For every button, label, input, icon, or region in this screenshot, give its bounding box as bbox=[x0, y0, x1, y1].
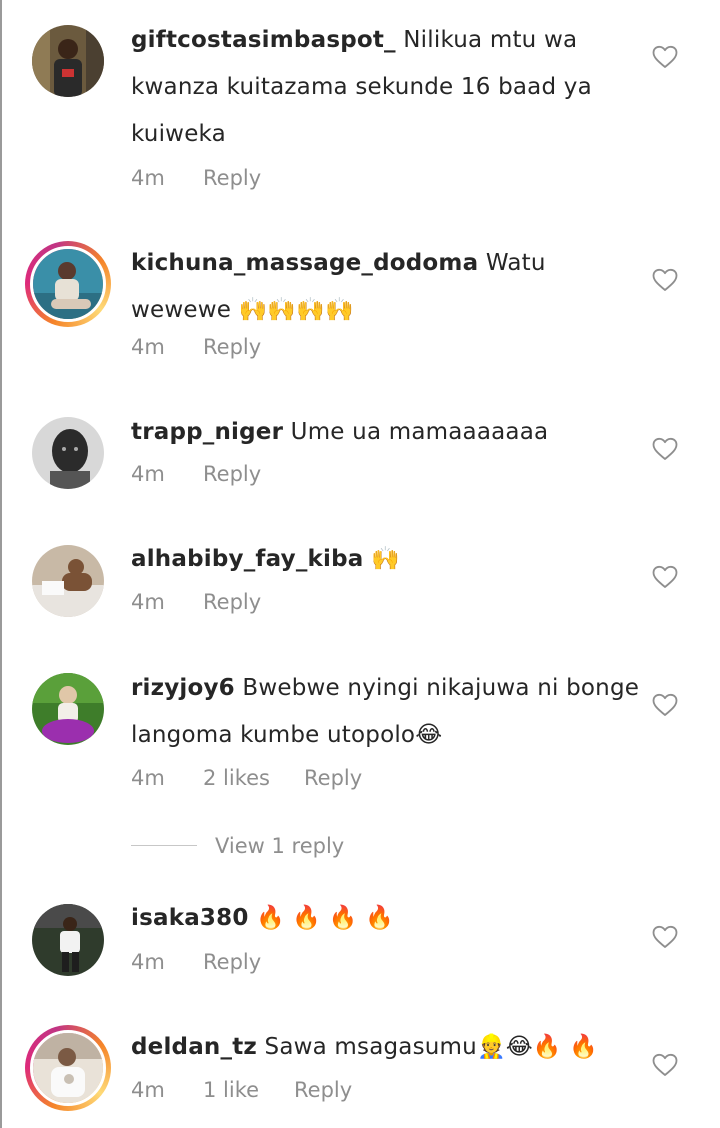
comment-username[interactable]: deldan_tz bbox=[131, 1034, 257, 1060]
avatar[interactable] bbox=[32, 673, 104, 745]
reply-button[interactable]: Reply bbox=[203, 333, 261, 361]
heart-outline-icon[interactable] bbox=[652, 693, 678, 717]
comment-username[interactable]: trapp_niger bbox=[131, 419, 283, 445]
comment-time: 4m bbox=[131, 950, 165, 974]
heart-outline-icon[interactable] bbox=[652, 268, 678, 292]
reply-button[interactable]: Reply bbox=[203, 588, 261, 616]
comment-username[interactable]: isaka380 bbox=[131, 905, 249, 931]
reply-button[interactable]: Reply bbox=[294, 1076, 352, 1104]
comment-time: 4m bbox=[131, 766, 165, 790]
comment-text: 🔥 🔥 🔥 🔥 bbox=[256, 905, 394, 931]
likes-count[interactable]: 1 like bbox=[203, 1076, 259, 1104]
comment-username[interactable]: rizyjoy6 bbox=[131, 675, 235, 701]
heart-outline-icon[interactable] bbox=[652, 45, 678, 69]
avatar[interactable] bbox=[32, 545, 104, 617]
avatar-story-ring[interactable] bbox=[25, 241, 111, 327]
reply-button[interactable]: Reply bbox=[203, 948, 261, 976]
avatar bbox=[30, 246, 106, 322]
comment-username[interactable]: alhabiby_fay_kiba bbox=[131, 546, 363, 572]
heart-outline-icon[interactable] bbox=[652, 1053, 678, 1077]
comment-time: 4m bbox=[131, 590, 165, 614]
likes-count[interactable]: 2 likes bbox=[203, 764, 270, 792]
comment-time: 4m bbox=[131, 335, 165, 359]
reply-button[interactable]: Reply bbox=[203, 460, 261, 488]
reply-button[interactable]: Reply bbox=[203, 164, 261, 192]
heart-outline-icon[interactable] bbox=[652, 565, 678, 589]
comment-username[interactable]: giftcostasimbaspot_ bbox=[131, 27, 396, 53]
avatar[interactable] bbox=[32, 904, 104, 976]
avatar-story-ring[interactable] bbox=[25, 1025, 111, 1111]
avatar[interactable] bbox=[32, 417, 104, 489]
comment-time: 4m bbox=[131, 1078, 165, 1102]
comment-text: Ume ua mamaaaaaaa bbox=[290, 419, 549, 445]
reply-button[interactable]: Reply bbox=[304, 764, 362, 792]
comment-time: 4m bbox=[131, 462, 165, 486]
replies-divider-line bbox=[131, 845, 197, 846]
heart-outline-icon[interactable] bbox=[652, 925, 678, 949]
view-replies-label: View 1 reply bbox=[215, 834, 345, 858]
comment-username[interactable]: kichuna_massage_dodoma bbox=[131, 250, 478, 276]
avatar bbox=[30, 1030, 106, 1106]
heart-outline-icon[interactable] bbox=[652, 437, 678, 461]
comment-text: 🙌 bbox=[371, 546, 400, 572]
window-edge bbox=[0, 0, 2, 1128]
comment-time: 4m bbox=[131, 166, 165, 190]
avatar[interactable] bbox=[32, 25, 104, 97]
view-replies-button[interactable]: View 1 reply bbox=[131, 832, 431, 860]
comment-text: Sawa msagasumu👷😂🔥 🔥 bbox=[264, 1034, 599, 1060]
